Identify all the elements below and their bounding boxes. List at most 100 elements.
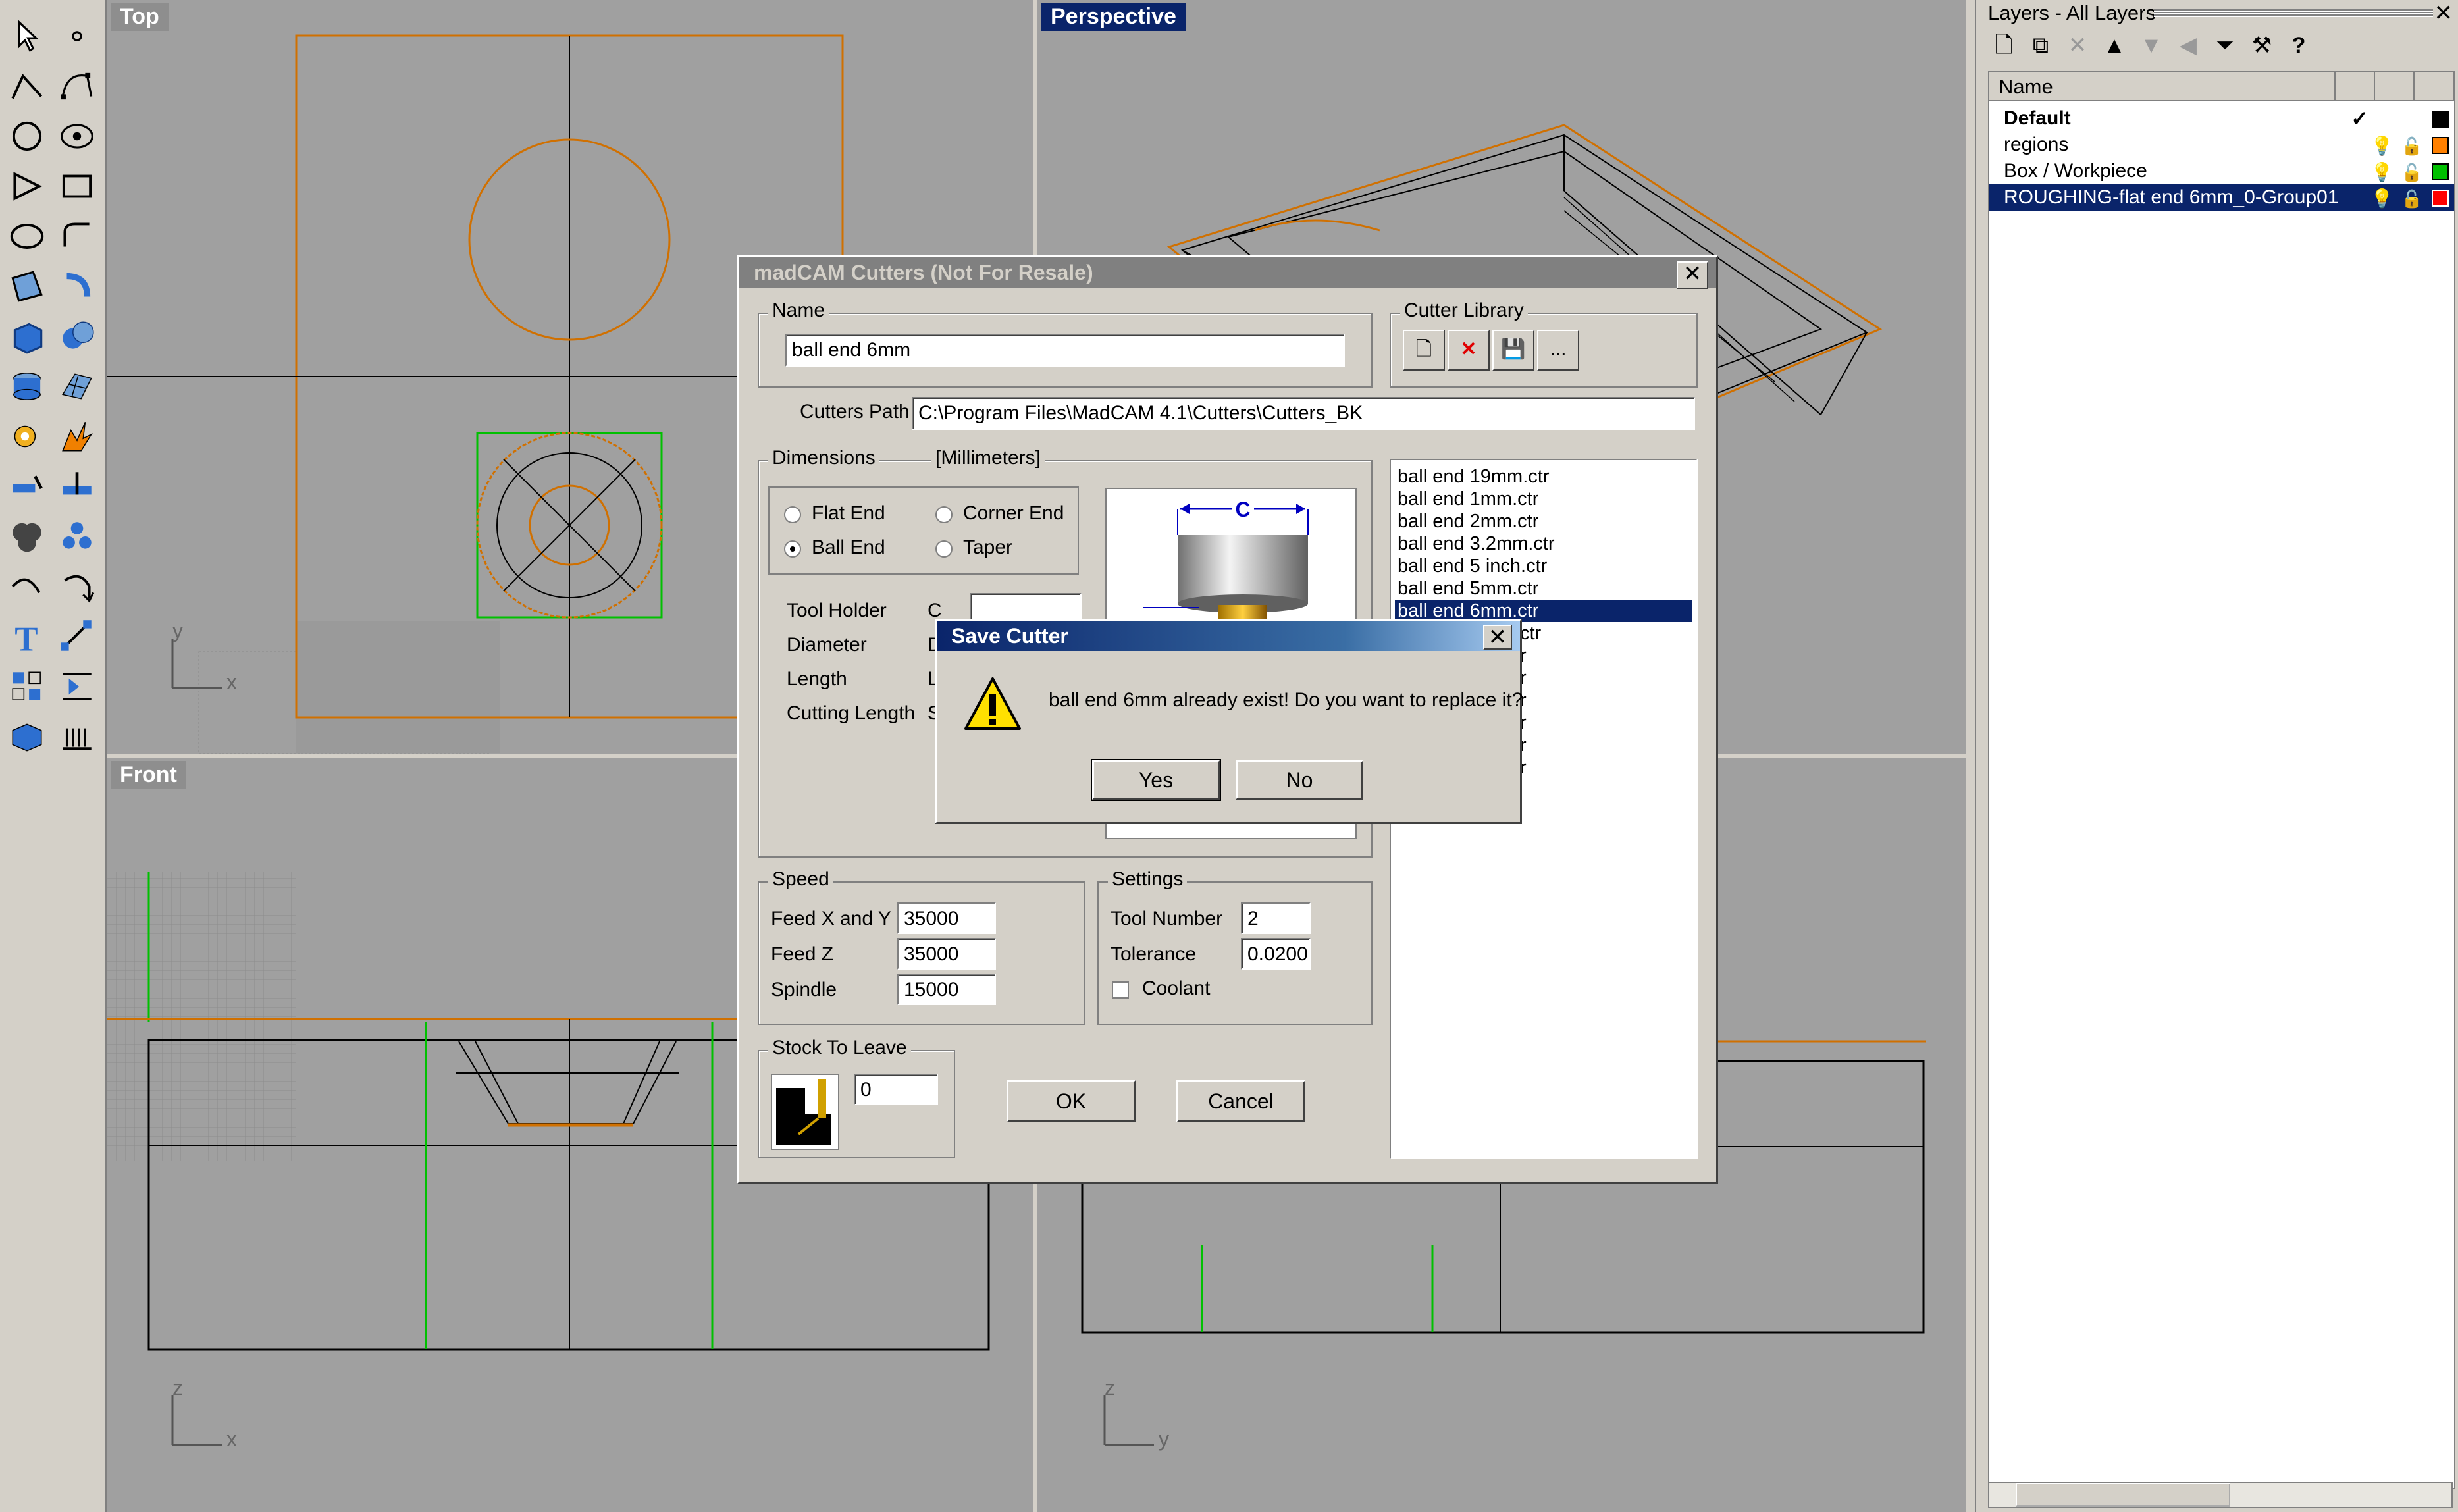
list-item[interactable]: ball end 3.2mm.ctr [1395,533,1692,555]
analyze-icon[interactable] [7,466,47,507]
layer-row-default[interactable]: Default ✓ [1989,105,2454,132]
list-item[interactable]: ball end 5 inch.ctr [1395,555,1692,577]
cancel-button[interactable]: Cancel [1176,1080,1305,1122]
select-arrow-icon[interactable] [7,16,47,57]
tool-holder-input[interactable] [970,593,1082,622]
rectangle-icon[interactable] [57,166,97,207]
properties-icon[interactable] [57,666,97,707]
explode-icon[interactable] [57,416,97,457]
surface-icon[interactable] [7,266,47,307]
stock-to-leave-label: Stock To Leave [768,1037,911,1059]
unlock-icon[interactable]: 🔓 [2401,186,2422,212]
cutter-name-input[interactable]: ball end 6mm [785,334,1345,367]
rotate-icon[interactable] [57,566,97,607]
list-item[interactable]: ball end 5mm.ctr [1395,577,1692,600]
close-icon[interactable]: ✕ [1677,261,1708,289]
save-disk-icon[interactable]: 💾 [1492,330,1534,371]
block-icon[interactable] [7,716,47,757]
save-cutter-title: Save Cutter [937,621,1520,651]
unlock-icon[interactable]: 🔓 [2401,133,2422,159]
column-header[interactable] [2415,72,2454,101]
filter-icon[interactable]: ⏷ [2209,29,2241,62]
name-column-header[interactable]: Name [1989,72,2336,101]
array-icon[interactable] [57,516,97,557]
move-down-icon[interactable]: ▼ [2135,29,2167,62]
panel-grip[interactable] [2154,9,2433,17]
boolean-icon[interactable] [7,516,47,557]
fillet-icon[interactable] [57,216,97,257]
arc-icon[interactable] [57,116,97,157]
spindle-input[interactable]: 15000 [897,974,996,1005]
delete-cutter-icon[interactable]: ✕ [1448,330,1490,371]
taper-radio[interactable] [935,540,953,558]
lightbulb-icon[interactable]: 💡 [2370,133,2393,159]
column-header[interactable] [2375,72,2415,101]
layer-row-roughing[interactable]: ROUGHING-flat end 6mm_0-Group01 💡 🔓 [1989,184,2454,211]
box-solid-icon[interactable] [7,316,47,357]
polyline-icon[interactable] [7,66,47,107]
tool-number-input[interactable]: 2 [1241,902,1311,934]
new-cutter-icon[interactable]: 🗋 [1403,330,1445,371]
close-icon[interactable]: ✕ [2434,0,2453,26]
delete-layer-icon[interactable]: ✕ [2062,29,2093,62]
perspective-viewport-title[interactable]: Perspective [1041,3,1186,31]
split-icon[interactable] [57,466,97,507]
lightbulb-icon[interactable]: 💡 [2370,186,2393,212]
point-icon[interactable] [57,16,97,57]
cylinder-icon[interactable] [7,366,47,407]
horizontal-scrollbar[interactable] [1988,1482,2453,1508]
tools-icon[interactable]: ⚒ [2246,29,2278,62]
transform-gear-icon[interactable] [7,416,47,457]
stock-to-leave-group: Stock To Leave 0 [758,1037,955,1158]
flat-end-radio[interactable] [784,506,801,523]
tolerance-input[interactable]: 0.0200 [1241,938,1311,970]
cutters-dialog-title: madCAM Cutters (Not For Resale) [739,257,1716,288]
curve-icon[interactable] [7,566,47,607]
browse-button[interactable]: ... [1537,330,1579,371]
x-axis-label: x [226,670,237,694]
list-item[interactable]: ball end 1mm.ctr [1395,488,1692,510]
new-sublayer-icon[interactable]: ⧉ [2025,29,2056,62]
cutters-path-input[interactable]: C:\Program Files\MadCAM 4.1\Cutters\Cutt… [912,397,1695,430]
layer-color-swatch[interactable] [2432,137,2449,154]
scrollbar-thumb[interactable] [2016,1483,2230,1507]
move-up-icon[interactable]: ▲ [2099,29,2130,62]
mesh-icon[interactable] [57,366,97,407]
column-header[interactable] [2336,72,2375,101]
layer-row-regions[interactable]: regions 💡 🔓 [1989,132,2454,158]
list-item[interactable]: ball end 19mm.ctr [1395,465,1692,488]
no-button[interactable]: No [1236,760,1363,800]
sphere-icon[interactable] [57,316,97,357]
lightbulb-icon[interactable]: 💡 [2370,159,2393,186]
dimension-icon[interactable] [57,616,97,657]
top-viewport-title[interactable]: Top [111,3,169,31]
new-layer-icon[interactable]: 🗋 [1988,29,2020,62]
coolant-checkbox[interactable] [1112,981,1129,999]
units-label: [Millimeters] [931,447,1045,469]
move-left-icon[interactable]: ◀ [2172,29,2204,62]
text-icon[interactable]: T [7,616,47,659]
polygon-icon[interactable] [7,166,47,207]
layer-color-swatch[interactable] [2432,111,2449,128]
front-viewport-title[interactable]: Front [111,761,186,789]
loft-icon[interactable] [57,266,97,307]
close-icon[interactable]: ✕ [1483,625,1512,650]
help-icon[interactable]: ? [2283,29,2314,62]
feed-xy-input[interactable]: 35000 [897,902,996,934]
unlock-icon[interactable]: 🔓 [2401,159,2422,186]
ok-button[interactable]: OK [1007,1080,1136,1122]
ellipse-icon[interactable] [7,216,47,257]
group-icon[interactable] [7,666,47,707]
yes-button[interactable]: Yes [1091,759,1221,801]
layer-color-swatch[interactable] [2432,190,2449,207]
layer-row-box-workpiece[interactable]: Box / Workpiece 💡 🔓 [1989,158,2454,184]
circle-icon[interactable] [7,116,47,157]
ball-end-radio[interactable] [784,540,801,558]
list-item[interactable]: ball end 2mm.ctr [1395,510,1692,533]
feed-z-input[interactable]: 35000 [897,938,996,970]
cam-toolpath-icon[interactable] [57,716,97,757]
corner-end-radio[interactable] [935,506,953,523]
layer-color-swatch[interactable] [2432,163,2449,180]
control-point-curve-icon[interactable] [57,66,97,107]
stock-to-leave-input[interactable]: 0 [854,1074,938,1105]
